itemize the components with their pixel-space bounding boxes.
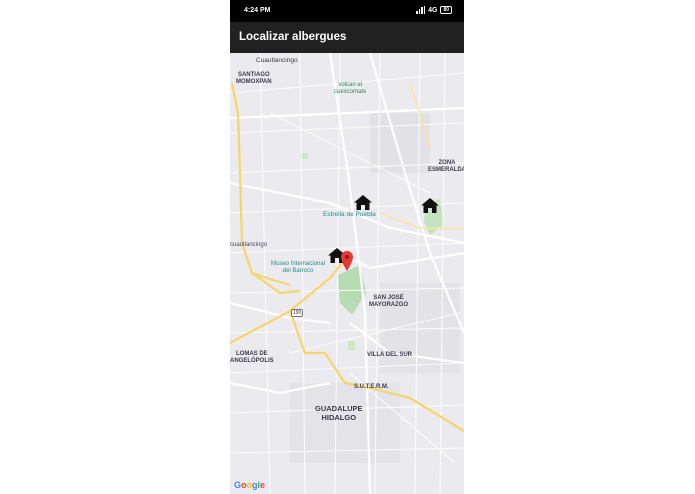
map-label-guadalupe: GUADALUPE HIDALGO	[315, 404, 363, 422]
house-icon[interactable]	[354, 195, 372, 210]
app-title: Localizar albergues	[239, 31, 347, 43]
map-label-cuautlancingo: Cuautlancingo	[256, 57, 298, 64]
map-label-volcan: volcan el cuexcomate	[334, 82, 367, 95]
battery-icon: 80	[440, 6, 452, 14]
house-icon[interactable]	[421, 198, 439, 213]
map-label-cuautlancingo-left: cuautlancingo	[230, 242, 268, 248]
status-bar: 4:24 PM 4G 80	[230, 0, 464, 22]
route-badge: 190	[291, 309, 304, 317]
map-label-zona-esmeralda: ZONA ESMERALDA	[428, 160, 464, 173]
google-attribution: Google	[234, 480, 266, 490]
map-label-lomas: LOMAS DE ANGELÓPOLIS	[230, 351, 274, 364]
map-label-museo: Museo Internacional del Barroco	[271, 261, 326, 274]
map-view[interactable]: Cuautlancingo SANTIAGO MOMOXPAN volcan e…	[230, 53, 464, 494]
app-bar: Localizar albergues	[230, 22, 464, 53]
location-pin-icon[interactable]	[341, 251, 353, 271]
map-canvas[interactable]	[230, 53, 464, 494]
status-indicators: 4G 80	[416, 6, 452, 14]
signal-icon	[416, 6, 426, 14]
map-label-estrella: Estrella de Puebla	[323, 211, 376, 218]
map-label-san-jose: SAN JOSÉ MAYORAZGO	[369, 295, 409, 308]
network-type: 4G	[428, 6, 438, 14]
map-label-villa-del-sur: VILLA DEL SUR	[367, 352, 413, 358]
map-label-santiago-momoxpan: SANTIAGO MOMOXPAN	[236, 72, 272, 85]
battery-level: 80	[443, 7, 449, 13]
status-time: 4:24 PM	[244, 7, 271, 14]
phone-screen: 4:24 PM 4G 80 Localizar albergues Cuautl…	[230, 0, 464, 494]
map-label-sutem: S.U.T.E.R.M.	[354, 384, 389, 390]
